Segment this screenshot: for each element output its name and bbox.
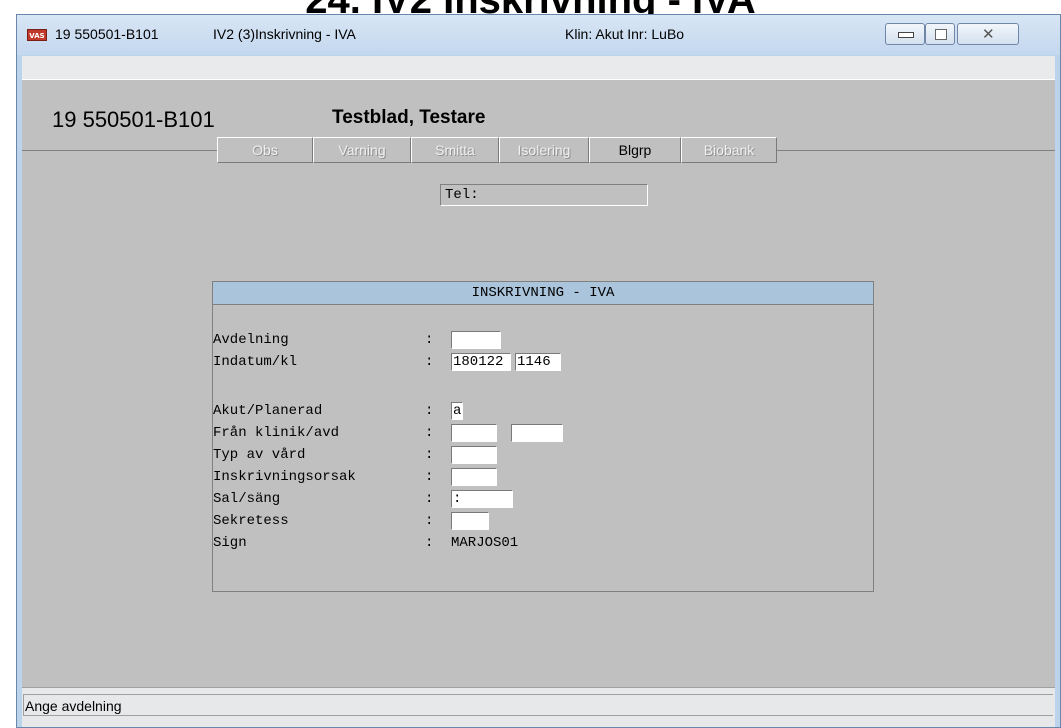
inskrivning-form: INSKRIVNING - IVA Avdelning Indatum/kl A… [212,281,874,592]
label-sal-sang: Sal/säng [213,491,281,507]
colon: : [425,403,434,419]
toolbar-strip [22,56,1055,80]
label-indatum: Indatum/kl [213,354,298,370]
label-avdelning: Avdelning [213,332,289,348]
form-title: INSKRIVNING - IVA [213,282,873,305]
label-inskrivningsorsak: Inskrivningsorsak [213,469,356,485]
flag-isolering-button[interactable]: Isolering [499,137,589,163]
typ-av-vard-input[interactable] [451,446,497,464]
akut-planerad-input[interactable]: a [451,402,463,420]
colon: : [425,469,434,485]
title-bar[interactable]: VAS 19 550501-B101 IV2 (3)Inskrivning - … [17,15,1060,55]
status-frame [23,694,1053,716]
colon: : [425,425,434,441]
main-content: 19 550501-B101 Testblad, Testare Obs Var… [22,79,1055,688]
title-clinic-info: Klin: Akut Inr: LuBo [565,26,685,42]
flag-blgrp-button[interactable]: Blgrp [589,137,681,163]
colon: : [425,447,434,463]
patient-name: Testblad, Testare [332,107,486,128]
flag-varning-button[interactable]: Varning [313,137,411,163]
colon: : [425,535,434,551]
sign-value: MARJOS01 [451,535,519,551]
fran-klinik-input[interactable] [451,424,497,442]
label-sekretess: Sekretess [213,513,289,529]
label-akut-planerad: Akut/Planerad [213,403,323,419]
label-typ-av-vard: Typ av vård [213,447,306,463]
inskrivningsorsak-input[interactable] [451,468,497,486]
vas-app-icon: VAS [27,29,47,41]
label-fran-klinik: Från klinik/avd [213,425,340,441]
indatum-time-input[interactable]: 1146 [515,353,561,371]
flag-smitta-button[interactable]: Smitta [411,137,499,163]
app-window: VAS 19 550501-B101 IV2 (3)Inskrivning - … [16,14,1061,728]
close-icon: ✕ [982,25,995,43]
fran-avd-input[interactable] [511,424,563,442]
patient-flag-bar: Obs Varning Smitta Isolering Blgrp Bioba… [217,137,777,163]
tel-field[interactable]: Tel: [440,184,648,206]
colon: : [425,491,434,507]
flag-obs-button[interactable]: Obs [217,137,313,163]
title-patient-id: 19 550501-B101 [55,26,159,42]
maximize-icon [935,29,947,40]
page-heading: 24. IV2 Inskrivning - IVA [0,0,1061,14]
maximize-button[interactable] [925,23,955,45]
label-sign: Sign [213,535,247,551]
avdelning-input[interactable] [451,331,501,349]
title-document: IV2 (3)Inskrivning - IVA [213,26,356,42]
status-bar: Ange avdelning [22,687,1055,727]
close-button[interactable]: ✕ [957,23,1019,45]
sekretess-input[interactable] [451,512,489,530]
indatum-date-input[interactable]: 180122 [451,353,511,371]
colon: : [425,354,434,370]
flag-biobank-button[interactable]: Biobank [681,137,777,163]
sal-sang-input[interactable]: : [451,490,513,508]
patient-id: 19 550501-B101 [52,107,215,132]
colon: : [425,513,434,529]
minimize-icon [898,32,914,38]
colon: : [425,332,434,348]
minimize-button[interactable] [885,23,925,45]
status-text: Ange avdelning [25,698,122,714]
